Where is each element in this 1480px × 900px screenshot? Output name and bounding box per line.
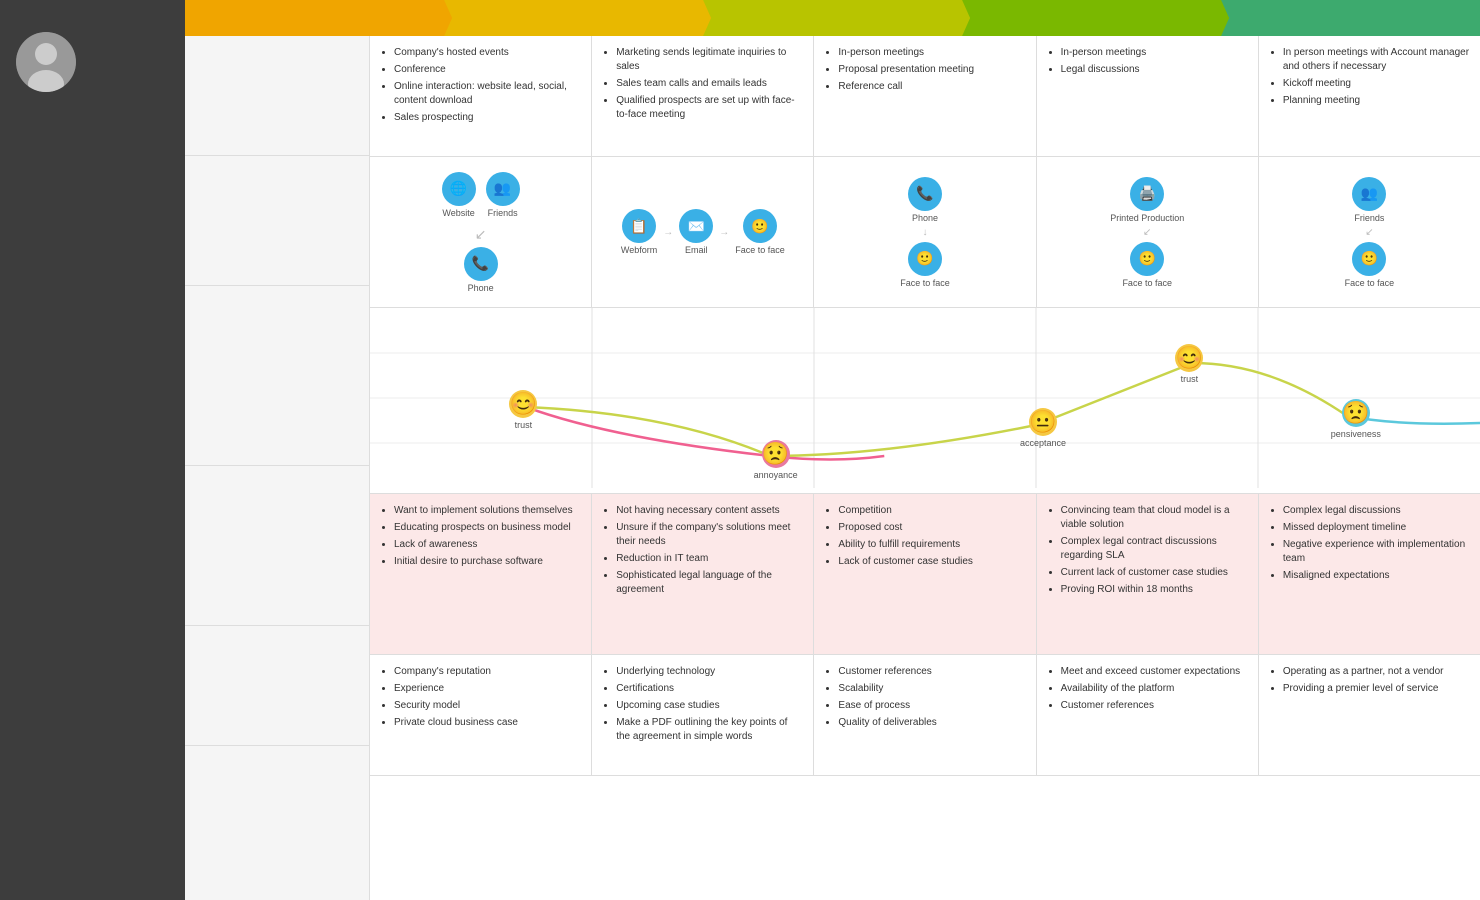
row-process: 🌐 Website 👥 Friends ↙ 📞 Phone 📋Webform →… [370, 157, 1480, 308]
stages-header [185, 0, 1480, 36]
touchpoint-cell-4: In person meetings with Account manager … [1259, 36, 1480, 156]
barrier-cell-3: Convincing team that cloud model is a vi… [1037, 494, 1259, 654]
main-content: Company's hosted eventsConferenceOnline … [185, 0, 1480, 900]
grid-area: Company's hosted eventsConferenceOnline … [370, 36, 1480, 900]
row-experience: 😊 trust 😟 annoyance 😐 acceptance 😊 trust 😟 p… [370, 308, 1480, 494]
process-cell-1: 📋Webform → ✉️Email → 🙂Face to face [592, 157, 814, 307]
stage-consideration [444, 0, 703, 36]
stage-purchase [962, 0, 1221, 36]
stage-aware [185, 0, 444, 36]
motivator-cell-4: Operating as a partner, not a vendorProv… [1259, 655, 1480, 775]
barrier-cell-0: Want to implement solutions themselvesEd… [370, 494, 592, 654]
label-motivators [185, 626, 369, 746]
process-cell-2: 📞Phone ↓ 🙂Face to face [814, 157, 1036, 307]
barrier-cell-1: Not having necessary content assetsUnsur… [592, 494, 814, 654]
row-labels [185, 36, 370, 900]
barrier-cell-2: CompetitionProposed costAbility to fulfi… [814, 494, 1036, 654]
emotion-1: 😟 annoyance [754, 440, 798, 480]
motivator-cell-3: Meet and exceed customer expectationsAva… [1037, 655, 1259, 775]
sidebar [0, 0, 185, 900]
label-touchpoints [185, 36, 369, 156]
row-touchpoints: Company's hosted eventsConferenceOnline … [370, 36, 1480, 157]
avatar [16, 32, 76, 92]
emotion-4: 😟 pensiveness [1331, 399, 1381, 439]
emotions-overlay: 😊 trust 😟 annoyance 😐 acceptance 😊 trust 😟 p… [370, 308, 1480, 493]
touchpoint-cell-3: In-person meetingsLegal discussions [1037, 36, 1259, 156]
app-layout: Company's hosted eventsConferenceOnline … [0, 0, 1480, 900]
touchpoint-cell-0: Company's hosted eventsConferenceOnline … [370, 36, 592, 156]
label-experience [185, 286, 369, 466]
emotion-3: 😊 trust [1175, 344, 1203, 384]
label-process [185, 156, 369, 286]
stage-implementation [1221, 0, 1480, 36]
label-barriers [185, 466, 369, 626]
motivator-cell-0: Company's reputationExperienceSecurity m… [370, 655, 592, 775]
barrier-cell-4: Complex legal discussionsMissed deployme… [1259, 494, 1480, 654]
content-area: Company's hosted eventsConferenceOnline … [185, 36, 1480, 900]
process-cell-3: 🖨️Printed Production ↙ 🙂Face to face [1037, 157, 1259, 307]
row-barriers: Want to implement solutions themselvesEd… [370, 494, 1480, 655]
emotion-0: 😊 trust [509, 390, 537, 430]
emotion-2: 😐 acceptance [1020, 408, 1066, 448]
process-cell-0: 🌐 Website 👥 Friends ↙ 📞 Phone [370, 157, 592, 307]
motivator-cell-2: Customer referencesScalabilityEase of pr… [814, 655, 1036, 775]
touchpoint-cell-2: In-person meetingsProposal presentation … [814, 36, 1036, 156]
motivator-cell-1: Underlying technologyCertificationsUpcom… [592, 655, 814, 775]
row-motivators: Company's reputationExperienceSecurity m… [370, 655, 1480, 776]
stage-proposal [703, 0, 962, 36]
touchpoint-cell-1: Marketing sends legitimate inquiries to … [592, 36, 814, 156]
process-cell-4: 👥Friends ↙ 🙂Face to face [1259, 157, 1480, 307]
